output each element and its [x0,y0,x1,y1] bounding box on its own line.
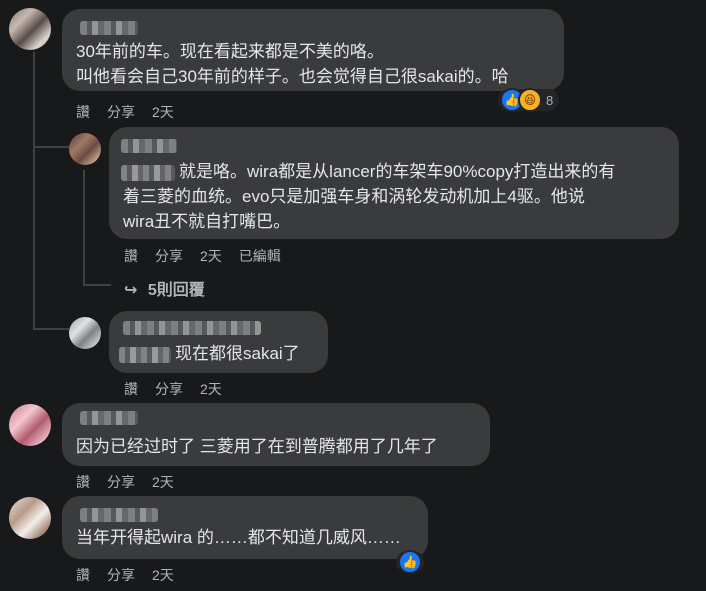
like-button[interactable]: 讚 [124,248,138,264]
reaction-count: 8 [546,92,554,108]
share-button[interactable]: 分享 [155,248,183,264]
share-button[interactable]: 分享 [155,381,183,397]
thread-connector [33,328,69,330]
like-button[interactable]: 讚 [124,381,138,397]
mention-blurred[interactable] [119,346,171,363]
mention-blurred[interactable] [121,164,175,181]
share-button[interactable]: 分享 [107,104,135,120]
like-button[interactable]: 讚 [76,474,90,490]
comment-bubble: 因为已经过时了 三菱用了在到普腾都用了几年了 [62,403,490,466]
edited-label: 已編輯 [238,248,281,264]
comment-actions: 讚 分享 2天 已編輯 [124,246,298,266]
comment-bubble: 现在都很sakai了 [109,311,328,373]
haha-icon: 😆 [518,88,542,112]
comment-text: 30年前的车。现在看起来都是不美的咯。 [76,42,384,61]
comment-actions: 讚 分享 2天 [76,472,191,492]
author-name-blurred[interactable] [123,321,261,335]
timestamp[interactable]: 2天 [152,474,174,490]
comment-text: 叫他看会自己30年前的样子。也会觉得自己很sakai的。哈 [76,67,509,86]
replies-count: 5則回覆 [147,282,205,299]
comment-text: 因为已经过时了 三菱用了在到普腾都用了几年了 [76,437,438,456]
avatar[interactable] [9,404,51,446]
comment-text: 就是咯。wira都是从lancer的车架车90%copy打造出来的有 [121,159,615,185]
avatar[interactable] [9,497,51,539]
author-name-blurred[interactable] [80,21,138,35]
timestamp[interactable]: 2天 [152,104,174,120]
share-button[interactable]: 分享 [107,474,135,490]
comment-actions: 讚 分享 2天 [76,565,191,585]
comment-text: wira丑不就自打嘴巴。 [123,212,291,231]
timestamp[interactable]: 2天 [200,381,222,397]
comment-text: 当年开得起wira 的……都不知道几威风…… [76,528,401,547]
avatar[interactable] [69,317,101,349]
comment-text: 着三菱的血统。evo只是加强车身和涡轮发动机加上4驱。他说 [123,187,585,206]
comment-bubble: 当年开得起wira 的……都不知道几威风…… [62,496,428,559]
avatar[interactable] [9,8,51,50]
comment-bubble: 30年前的车。现在看起来都是不美的咯。 叫他看会自己30年前的样子。也会觉得自己… [62,9,564,91]
author-name-blurred[interactable] [121,139,177,153]
like-button[interactable]: 讚 [76,104,90,120]
avatar[interactable] [69,133,101,165]
comment-actions: 讚 分享 2天 [76,102,191,122]
view-replies-button[interactable]: ↪ 5則回覆 [124,276,205,300]
like-button[interactable]: 讚 [76,567,90,583]
author-name-blurred[interactable] [80,508,158,522]
thread-line [33,52,35,330]
reaction-summary[interactable]: 👍 [396,550,424,574]
share-button[interactable]: 分享 [107,567,135,583]
comment-actions: 讚 分享 2天 [124,379,239,399]
thread-line [83,170,85,285]
reply-arrow-icon: ↪ [124,282,138,299]
timestamp[interactable]: 2天 [200,248,222,264]
reaction-summary[interactable]: 👍 😆 8 [498,88,560,112]
thread-connector [33,146,69,148]
thread-connector [83,284,111,286]
like-icon: 👍 [398,550,422,574]
comment-text: 现在都很sakai了 [119,341,300,367]
author-name-blurred[interactable] [80,411,138,425]
comment-bubble: 就是咯。wira都是从lancer的车架车90%copy打造出来的有 着三菱的血… [109,127,679,239]
timestamp[interactable]: 2天 [152,567,174,583]
